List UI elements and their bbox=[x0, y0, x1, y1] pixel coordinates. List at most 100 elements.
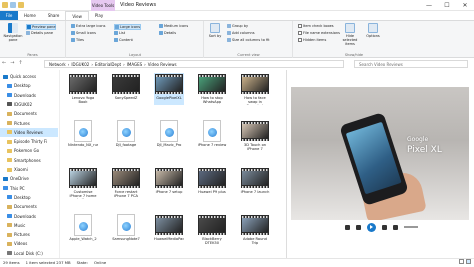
sidebar-item[interactable]: Music bbox=[0, 221, 58, 230]
layout-medium-icons[interactable]: Medium icons bbox=[159, 24, 188, 28]
tab-share[interactable]: Share bbox=[42, 11, 66, 20]
volume-slider[interactable] bbox=[403, 226, 418, 228]
item-check-boxes-toggle[interactable]: Item check boxes bbox=[298, 24, 334, 28]
checkbox[interactable] bbox=[298, 24, 302, 28]
sidebar-item[interactable]: Videos bbox=[0, 239, 58, 248]
hidden-items-toggle[interactable]: Hidden items bbox=[298, 38, 326, 42]
details-icon bbox=[159, 31, 163, 35]
file-item[interactable]: How to stop WhatsApp bbox=[197, 73, 227, 105]
folder-icon bbox=[7, 195, 12, 200]
file-item[interactable]: Apple_Watch_2 bbox=[68, 214, 98, 246]
stop-icon[interactable] bbox=[344, 224, 350, 230]
sidebar-item[interactable]: IDGUK02 bbox=[0, 100, 58, 109]
options-button[interactable]: Options bbox=[364, 23, 382, 38]
file-item[interactable]: Lenovo Yoga Book bbox=[68, 73, 98, 105]
sidebar-item[interactable]: Desktop bbox=[0, 81, 58, 90]
file-item[interactable]: HuaweiMediaPad bbox=[154, 214, 184, 246]
layout-content[interactable]: Content bbox=[114, 38, 133, 42]
tab-file[interactable]: File bbox=[0, 11, 18, 20]
previous-icon[interactable] bbox=[355, 224, 361, 230]
file-item[interactable]: Customise iPhone 7 home button bbox=[68, 167, 98, 199]
layout-list[interactable]: List bbox=[114, 31, 125, 35]
file-item[interactable]: GooglePixelXL bbox=[154, 73, 184, 105]
close-button[interactable]: ✕ bbox=[456, 0, 474, 11]
breadcrumb-item[interactable]: IMAGES bbox=[127, 61, 142, 68]
details-view-icon[interactable] bbox=[459, 259, 464, 264]
layout-large-icons[interactable]: Large icons bbox=[114, 24, 142, 30]
size-all-columns-button[interactable]: Size all columns to fit bbox=[227, 38, 270, 42]
layout-small-icons[interactable]: Small icons bbox=[71, 31, 96, 35]
large-icons-view-icon[interactable] bbox=[466, 259, 471, 264]
search-input[interactable]: Search Video Reviews bbox=[354, 60, 468, 68]
layout-extra-large-icons[interactable]: Extra large icons bbox=[71, 24, 105, 28]
sidebar-item[interactable]: Quick access bbox=[0, 72, 58, 81]
breadcrumb-item[interactable]: IDGUK02 bbox=[71, 61, 89, 68]
sidebar-item[interactable]: Local Disk (C:) bbox=[0, 249, 58, 258]
tab-home[interactable]: Home bbox=[18, 11, 42, 20]
tab-play[interactable]: Play bbox=[89, 11, 109, 20]
sidebar-item[interactable]: OneDrive bbox=[0, 174, 58, 183]
file-item[interactable]: SonySpeedZ bbox=[111, 73, 141, 105]
checkbox[interactable] bbox=[298, 38, 302, 42]
file-item[interactable]: BlackBerry DTEK50 bbox=[197, 214, 227, 246]
file-item[interactable]: SamsungNote7 bbox=[111, 214, 141, 246]
sidebar-item[interactable]: Documents bbox=[0, 109, 58, 118]
up-button[interactable]: ↑ bbox=[18, 60, 22, 66]
play-button[interactable] bbox=[366, 222, 376, 232]
video-player[interactable]: Google Pixel XL bbox=[291, 87, 469, 220]
file-item[interactable]: iPhone 7 review bbox=[197, 120, 227, 152]
file-name: BlackBerry DTEK50 bbox=[202, 237, 222, 246]
minimize-button[interactable]: — bbox=[420, 0, 438, 11]
file-item[interactable]: iPhone 7 setup bbox=[154, 167, 184, 199]
forward-button[interactable]: → bbox=[10, 60, 14, 66]
file-item[interactable]: Force restart iPhone 7 PCA bbox=[111, 167, 141, 199]
sidebar-item[interactable]: Pictures bbox=[0, 230, 58, 239]
folder-icon[interactable] bbox=[2, 2, 8, 8]
breadcrumb-item[interactable]: EditorialDept bbox=[95, 61, 121, 68]
breadcrumb-item[interactable]: Video Reviews bbox=[148, 61, 177, 68]
file-item[interactable]: Adobe Round Trip bbox=[240, 214, 270, 246]
sidebar-item[interactable]: Documents bbox=[0, 202, 58, 211]
breadcrumb-item[interactable]: Network bbox=[49, 61, 66, 68]
video-tools-context-tab[interactable]: Video Tools bbox=[91, 0, 115, 11]
file-item[interactable]: Huawei P9 plus bbox=[197, 167, 227, 199]
sidebar-item[interactable]: Pictures bbox=[0, 119, 58, 128]
sidebar-item[interactable]: Pokemon Go bbox=[0, 146, 58, 155]
file-name-extensions-toggle[interactable]: File name extensions bbox=[298, 31, 340, 35]
file-item[interactable]: How to face swap in Snapchat bbox=[240, 73, 270, 105]
sidebar-item[interactable]: Desktop bbox=[0, 193, 58, 202]
navigation-pane-button[interactable]: Navigation pane bbox=[2, 23, 24, 42]
maximize-button[interactable]: ☐ bbox=[438, 0, 456, 11]
sidebar-item[interactable]: Smartphones bbox=[0, 156, 58, 165]
group-by-button[interactable]: Group by bbox=[227, 24, 248, 28]
sidebar-item-label: Documents bbox=[14, 111, 37, 117]
sidebar-item[interactable]: This PC bbox=[0, 184, 58, 193]
volume-icon[interactable] bbox=[392, 224, 398, 230]
sidebar-item[interactable]: Xiaomi bbox=[0, 165, 58, 174]
list-icon bbox=[114, 31, 118, 35]
sidebar-item[interactable]: Downloads bbox=[0, 212, 58, 221]
file-item[interactable]: DJI_footage bbox=[111, 120, 141, 152]
tab-view[interactable]: View bbox=[65, 10, 89, 21]
sidebar-item[interactable]: Downloads bbox=[0, 91, 58, 100]
sort-by-button[interactable]: Sort by bbox=[207, 23, 223, 38]
properties-icon[interactable] bbox=[10, 2, 16, 8]
sidebar-item[interactable]: Video Reviews bbox=[0, 127, 58, 137]
preview-pane-button[interactable]: Preview pane bbox=[26, 24, 57, 30]
file-item[interactable]: 3D Touch on iPhone 7 bbox=[240, 120, 270, 152]
add-columns-button[interactable]: Add columns bbox=[227, 31, 255, 35]
details-pane-button[interactable]: Details pane bbox=[26, 31, 53, 35]
address-bar[interactable]: Network › IDGUK02 › EditorialDept › IMAGES ›… bbox=[44, 60, 344, 68]
next-icon[interactable] bbox=[381, 224, 387, 230]
layout-details[interactable]: Details bbox=[159, 31, 176, 35]
layout-tiles[interactable]: Tiles bbox=[71, 38, 84, 42]
back-button[interactable]: ← bbox=[2, 60, 6, 66]
checkbox[interactable] bbox=[298, 31, 302, 35]
file-item[interactable]: DJI_Mavic_Pro bbox=[154, 120, 184, 152]
new-folder-icon[interactable] bbox=[18, 2, 24, 8]
hide-selected-items-button[interactable]: Hide selected items bbox=[340, 23, 360, 46]
sidebar-item[interactable]: Episode Thirty Fi bbox=[0, 137, 58, 146]
file-item[interactable]: Nintendo_NX_rumour_roundup bbox=[68, 120, 98, 152]
file-item[interactable]: iPhone 7 launch bbox=[240, 167, 270, 199]
video-thumbnail bbox=[155, 167, 183, 189]
